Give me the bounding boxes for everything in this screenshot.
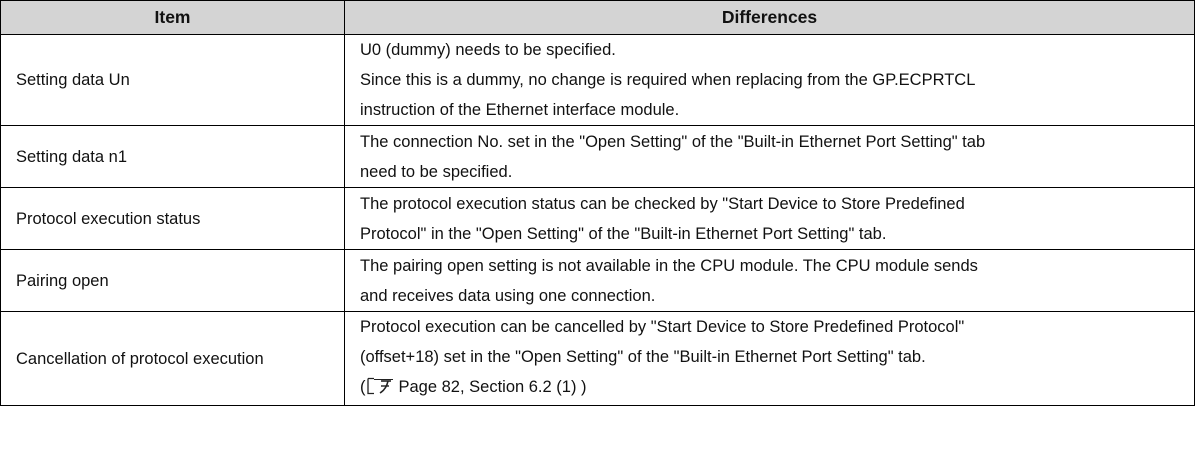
header-differences: Differences (344, 0, 1195, 35)
page-reference[interactable]: ( Page 82, Section 6.2 (1) ) (360, 372, 1194, 405)
table-row: Cancellation of protocol execution Proto… (0, 311, 1195, 406)
table-row: Pairing open The pairing open setting is… (0, 249, 1195, 312)
table-row: Setting data n1 The connection No. set i… (0, 125, 1195, 188)
reference-text: Page 82, Section 6.2 (1) ) (398, 378, 587, 396)
difference-text-line: and receives data using one connection. (360, 286, 656, 305)
difference-text-line: Since this is a dummy, no change is requ… (360, 71, 976, 89)
row-differences-cell: The connection No. set in the "Open Sett… (344, 125, 1195, 188)
row-item-cell: Pairing open (0, 249, 345, 312)
table-row: Protocol execution status The protocol e… (0, 187, 1195, 250)
row-differences-cell: The protocol execution status can be che… (344, 187, 1195, 250)
difference-text-line: U0 (dummy) needs to be specified. (360, 41, 616, 59)
table-row: Setting data Un U0 (dummy) needs to be s… (0, 34, 1195, 126)
difference-text-line: The protocol execution status can be che… (360, 194, 965, 213)
row-differences-cell: The pairing open setting is not availabl… (344, 249, 1195, 312)
difference-text-line: The connection No. set in the "Open Sett… (360, 132, 986, 151)
differences-table: Item Differences Setting data Un U0 (dum… (0, 0, 1195, 406)
difference-text-line: Protocol" in the "Open Setting" of the "… (360, 224, 887, 243)
row-item-cell: Protocol execution status (0, 187, 345, 250)
difference-text-line: instruction of the Ethernet interface mo… (360, 101, 680, 119)
difference-text-line: Protocol execution can be cancelled by "… (360, 318, 965, 336)
header-item: Item (0, 0, 345, 35)
reference-open-paren: ( (360, 378, 366, 396)
difference-text-line: (offset+18) set in the "Open Setting" of… (360, 348, 926, 366)
row-item-cell: Setting data Un (0, 34, 345, 126)
row-differences-cell: U0 (dummy) needs to be specified. Since … (344, 34, 1195, 126)
header-row: Item Differences (0, 0, 1195, 35)
row-item-cell: Cancellation of protocol execution (0, 311, 345, 406)
page-reference-icon (366, 375, 397, 405)
differences-table-container: Item Differences Setting data Un U0 (dum… (0, 0, 1195, 406)
row-differences-cell: Protocol execution can be cancelled by "… (344, 311, 1195, 406)
difference-text-line: The pairing open setting is not availabl… (360, 256, 978, 275)
difference-text-line: need to be specified. (360, 162, 513, 181)
row-item-cell: Setting data n1 (0, 125, 345, 188)
